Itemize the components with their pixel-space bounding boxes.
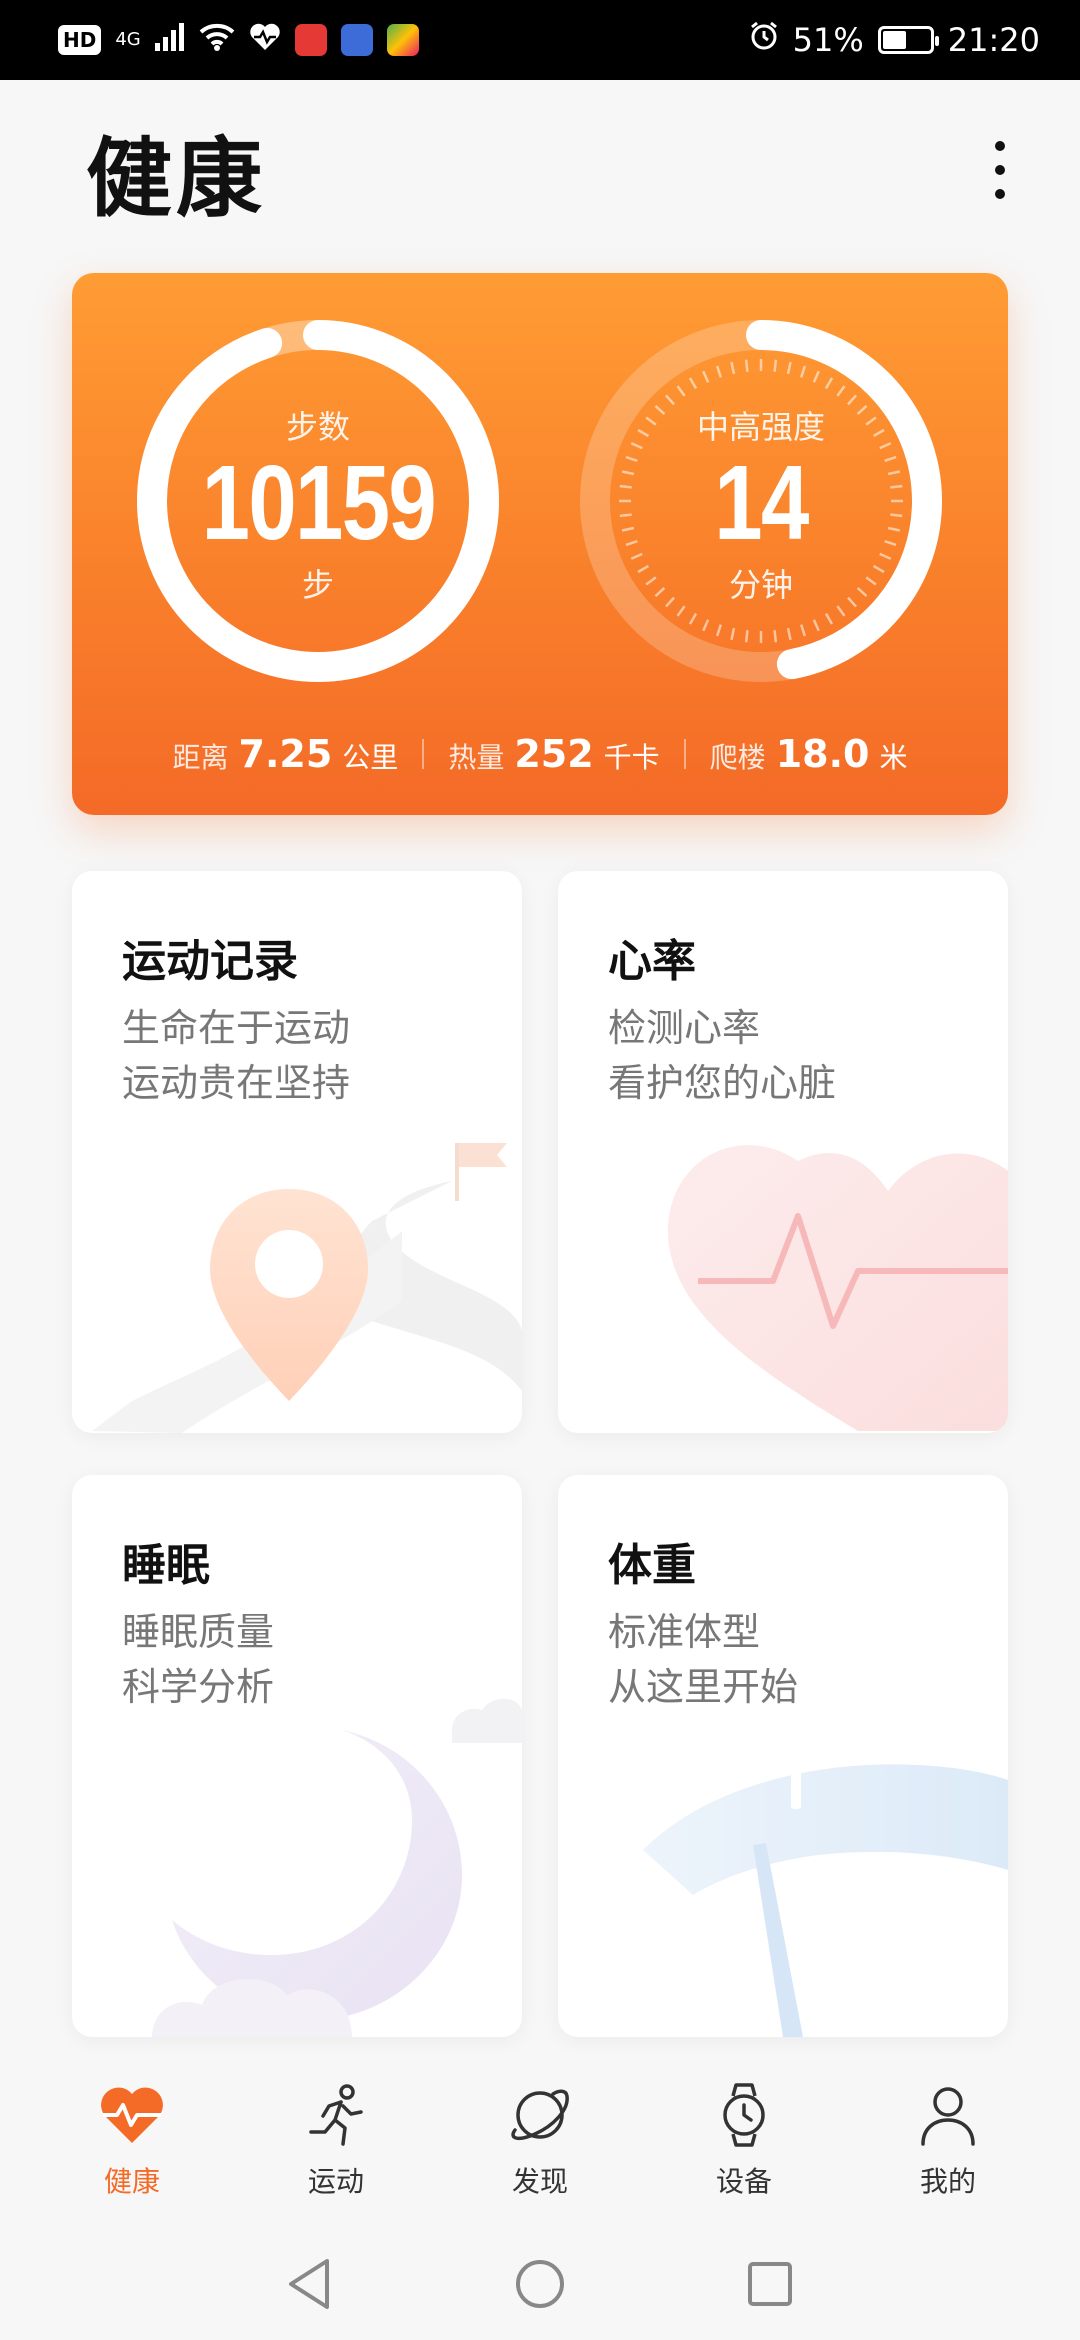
steps-ring[interactable]: 步数 10159 步 (132, 315, 504, 687)
alarm-icon (749, 21, 779, 59)
health-notification-icon (249, 21, 281, 59)
card-subtitle: 标准体型 (608, 1610, 761, 1654)
card-subtitle: 科学分析 (122, 1665, 275, 1709)
person-icon (911, 2080, 985, 2150)
exercise-records-card[interactable]: 运动记录 生命在于运动 运动贵在坚持 (72, 871, 522, 1433)
card-subtitle: 运动贵在坚持 (122, 1061, 351, 1105)
stat-unit: 米 (879, 741, 908, 774)
card-title: 心率 (608, 936, 696, 987)
home-circle-icon (516, 2260, 564, 2308)
stat-value: 18.0 (775, 732, 870, 776)
nav-label: 健康 (103, 2165, 160, 2198)
stat-label: 爬楼 (709, 741, 766, 774)
gallery-app-icon (386, 24, 419, 56)
nav-item-exercise[interactable]: 运动 (261, 2080, 411, 2200)
more-dot-icon (995, 165, 1005, 175)
intensity-label: 中高强度 (696, 408, 825, 447)
signal-icon (154, 21, 185, 59)
status-bar: HD 4G 51% 21:20 (0, 0, 1080, 80)
weight-card[interactable]: 体重 标准体型 从这里开始 (558, 1475, 1008, 2037)
app-header: 健康 (0, 80, 1080, 260)
nav-label: 发现 (511, 2165, 568, 2198)
steps-label: 步数 (285, 408, 350, 447)
watch-icon (707, 2080, 781, 2150)
hd-badge: HD (58, 25, 102, 55)
status-bar-right: 51% 21:20 (749, 21, 1040, 59)
nav-label: 运动 (307, 2165, 364, 2198)
nav-item-health[interactable]: 健康 (57, 2080, 207, 2200)
more-options-button[interactable] (978, 130, 1022, 210)
stat-unit: 千卡 (603, 741, 660, 774)
status-bar-left: HD 4G (58, 21, 419, 59)
activity-stats-row: 距离 7.25 公里 热量 252 千卡 爬楼 18.0 米 (72, 729, 1008, 779)
card-subtitle: 检测心率 (608, 1006, 761, 1050)
activity-summary-card[interactable]: 步数 10159 步 中高强度 14 分钟 距离 7.25 公里 热量 252 … (72, 273, 1008, 815)
recents-square-icon (748, 2262, 792, 2306)
intensity-value: 14 (714, 444, 809, 563)
back-button[interactable] (280, 2254, 340, 2314)
stat-unit: 公里 (342, 741, 399, 774)
card-subtitle: 从这里开始 (608, 1665, 799, 1709)
card-title: 睡眠 (122, 1540, 210, 1591)
more-dot-icon (995, 189, 1005, 199)
card-title: 体重 (608, 1540, 696, 1591)
card-subtitle: 看护您的心脏 (608, 1061, 837, 1105)
battery-icon (877, 26, 939, 54)
stat-label: 热量 (448, 741, 505, 774)
calories-stat: 热量 252 千卡 (424, 732, 683, 776)
wifi-icon (199, 21, 235, 59)
card-title: 运动记录 (122, 936, 298, 987)
network-type: 4G (115, 29, 141, 50)
nav-item-me[interactable]: 我的 (873, 2080, 1023, 2200)
intensity-unit: 分钟 (728, 565, 793, 604)
stat-value: 7.25 (238, 732, 333, 776)
clock: 21:20 (947, 21, 1040, 59)
steps-value: 10159 (201, 444, 436, 563)
stat-value: 252 (514, 732, 594, 776)
nav-item-discover[interactable]: 发现 (465, 2080, 615, 2200)
recents-button[interactable] (740, 2254, 800, 2314)
nav-item-devices[interactable]: 设备 (669, 2080, 819, 2200)
battery-percent: 51% (792, 21, 864, 59)
heart-pulse-icon (95, 2080, 169, 2150)
calendar-app-icon (294, 24, 327, 56)
sleep-card[interactable]: 睡眠 睡眠质量 科学分析 (72, 1475, 522, 2037)
intensity-ring[interactable]: 中高强度 14 分钟 (575, 315, 947, 687)
heart-rate-card[interactable]: 心率 检测心率 看护您的心脏 (558, 871, 1008, 1433)
nav-label: 设备 (715, 2165, 772, 2198)
floors-stat: 爬楼 18.0 米 (686, 732, 932, 776)
system-navigation-bar (0, 2234, 1080, 2334)
back-triangle-icon (289, 2259, 329, 2309)
distance-stat: 距离 7.25 公里 (149, 732, 423, 776)
page-title: 健康 (86, 128, 266, 229)
stat-label: 距离 (172, 741, 229, 774)
card-subtitle: 睡眠质量 (122, 1610, 275, 1654)
more-dot-icon (995, 141, 1005, 151)
bottom-navigation: 健康 运动 发现 设备 我的 (0, 2054, 1080, 2204)
home-button[interactable] (510, 2254, 570, 2314)
running-icon (299, 2080, 373, 2150)
planet-icon (503, 2080, 577, 2150)
music-app-icon (340, 24, 373, 56)
nav-label: 我的 (919, 2165, 976, 2198)
steps-unit: 步 (301, 565, 334, 604)
card-subtitle: 生命在于运动 (122, 1006, 351, 1050)
